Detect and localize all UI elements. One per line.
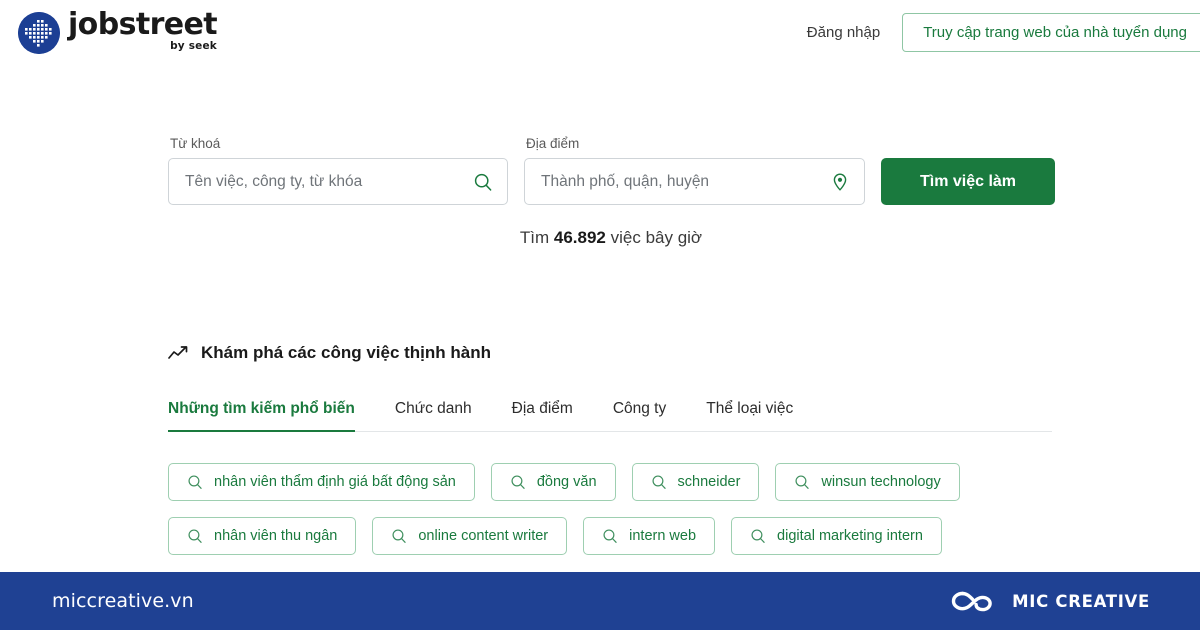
page-root: jobstreet by seek Đăng nhập Truy cập tra… <box>0 0 1200 630</box>
tab-popular-searches[interactable]: Những tìm kiếm phổ biến <box>168 400 355 432</box>
search-icon <box>794 474 810 490</box>
watermark-footer: miccreative.vn MIC CREATIVE <box>0 572 1200 630</box>
chip-label: nhân viên thu ngân <box>214 528 338 544</box>
search-chip[interactable]: đồng văn <box>490 463 616 501</box>
tab-companies[interactable]: Công ty <box>613 400 666 431</box>
search-icon <box>602 528 618 544</box>
footer-brand-name: MIC CREATIVE <box>1012 591 1150 611</box>
location-input-box[interactable] <box>524 158 865 205</box>
chip-label: online content writer <box>418 528 549 544</box>
keyword-input-box[interactable] <box>168 158 508 205</box>
search-chip[interactable]: online content writer <box>372 517 568 555</box>
jobstreet-dot-logo-icon <box>18 11 60 54</box>
employer-site-button[interactable]: Truy cập trang web của nhà tuyển dụng <box>902 13 1200 52</box>
location-input[interactable] <box>525 159 864 204</box>
search-icon <box>510 474 526 490</box>
search-icon <box>187 528 203 544</box>
job-count-suffix: việc bây giờ <box>605 228 703 247</box>
keyword-label: Từ khoá <box>170 136 221 151</box>
trending-up-icon <box>168 345 190 361</box>
jobstreet-wordmark: jobstreet by seek <box>68 7 218 54</box>
tab-job-types[interactable]: Thể loại việc <box>706 400 793 431</box>
job-search-form: Từ khoá Địa điểm <box>168 136 1055 205</box>
footer-brand: MIC CREATIVE <box>948 586 1150 616</box>
search-icon[interactable] <box>473 172 493 192</box>
search-chip[interactable]: schneider <box>631 463 760 501</box>
mic-infinity-logo-icon <box>948 586 998 616</box>
tab-locations[interactable]: Địa điểm <box>512 400 573 431</box>
chip-label: digital marketing intern <box>777 528 923 544</box>
trending-chip-list: nhân viên thẩm định giá bất động sản đồn… <box>168 463 1068 555</box>
footer-url: miccreative.vn <box>52 590 194 612</box>
chip-label: winsun technology <box>821 474 941 490</box>
search-chip[interactable]: winsun technology <box>775 463 960 501</box>
header-actions: Đăng nhập Truy cập trang web của nhà tuy… <box>807 13 1200 52</box>
search-chip[interactable]: digital marketing intern <box>731 517 942 555</box>
keyword-field-group: Từ khoá <box>168 136 508 205</box>
job-count-number: 46.892 <box>553 228 606 247</box>
login-link[interactable]: Đăng nhập <box>807 24 880 41</box>
search-input[interactable] <box>169 159 507 204</box>
search-jobs-button[interactable]: Tìm việc làm <box>881 158 1055 205</box>
logo-subtitle: by seek <box>170 40 217 52</box>
location-field-group: Địa điểm <box>524 136 865 205</box>
site-header: jobstreet by seek Đăng nhập Truy cập tra… <box>0 0 1200 62</box>
search-icon <box>750 528 766 544</box>
chip-label: schneider <box>677 474 741 490</box>
job-count-text: Tìm 46.892 việc bây giờ <box>168 228 1054 248</box>
search-icon <box>391 528 407 544</box>
location-label: Địa điểm <box>526 136 580 151</box>
trending-heading: Khám phá các công việc thịnh hành <box>168 343 491 363</box>
search-chip[interactable]: nhân viên thẩm định giá bất động sản <box>168 463 475 501</box>
job-count-prefix: Tìm <box>519 228 554 247</box>
chip-label: intern web <box>629 528 697 544</box>
search-chip[interactable]: nhân viên thu ngân <box>168 517 357 555</box>
tab-job-titles[interactable]: Chức danh <box>395 400 472 431</box>
logo-word: jobstreet <box>68 7 218 42</box>
chip-label: nhân viên thẩm định giá bất động sản <box>214 474 456 490</box>
search-row: Từ khoá Địa điểm <box>168 136 1055 205</box>
chip-label: đồng văn <box>536 474 597 490</box>
search-icon <box>187 474 203 490</box>
trending-title: Khám phá các công việc thịnh hành <box>201 343 491 362</box>
map-pin-icon[interactable] <box>830 172 850 192</box>
jobstreet-logo[interactable]: jobstreet by seek <box>18 7 218 54</box>
trending-tabs: Những tìm kiếm phổ biến Chức danh Địa đi… <box>168 400 1052 432</box>
search-chip[interactable]: intern web <box>583 517 716 555</box>
search-icon <box>651 474 667 490</box>
